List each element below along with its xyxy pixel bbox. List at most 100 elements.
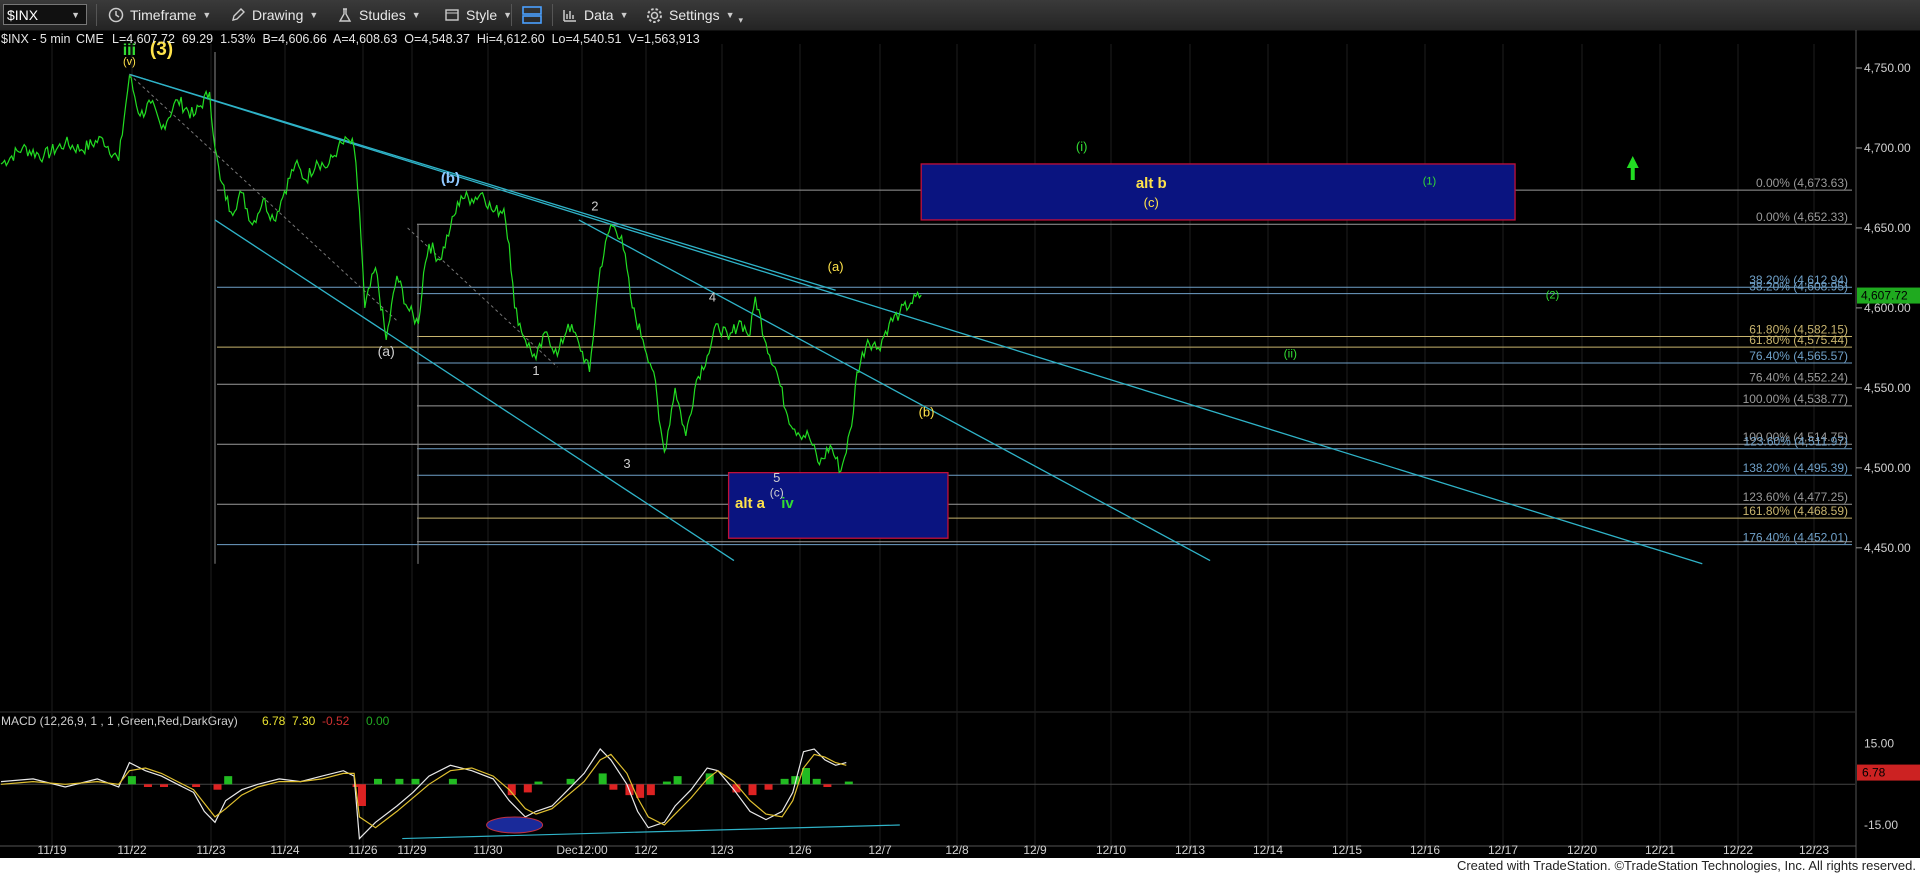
price-tick-label: 4,550.00 <box>1864 381 1911 395</box>
macd-histogram-bar <box>523 784 532 793</box>
wave-label: (1) <box>1423 176 1436 188</box>
macd-histogram-bar <box>609 784 618 790</box>
chevron-down-icon: ▼ <box>725 10 735 20</box>
date-tick-label: 12/3 <box>710 843 734 857</box>
fib-level-label: 76.40% (4,565.57) <box>1749 349 1848 363</box>
fib-levels: 0.00% (4,673.63) 0.00% (4,652.33) 38.20% (… <box>214 51 1852 564</box>
wave-label: (c) <box>1144 195 1159 210</box>
date-tick-label: 12/9 <box>1023 843 1047 857</box>
macd-histogram-bar <box>598 773 607 785</box>
date-tick-label: 11/24 <box>270 843 299 857</box>
trendline <box>129 73 836 291</box>
timeframe-menu[interactable]: Timeframe ▼ <box>108 4 211 26</box>
macd-histogram-bar <box>534 781 543 785</box>
date-tick-label: 12/22 <box>1723 843 1753 857</box>
macd-value-3: -0.52 <box>322 714 350 728</box>
wave-label: 2 <box>591 198 598 213</box>
macd-histogram-bar <box>224 776 233 785</box>
studies-menu[interactable]: Studies ▼ <box>337 4 421 26</box>
fib-level-label: 123.60% (4,511.97) <box>1743 435 1848 449</box>
date-tick-label: 11/29 <box>397 843 426 857</box>
macd-tick-label: 15.00 <box>1864 737 1894 751</box>
macd-histogram-bar <box>662 781 671 785</box>
layout-icon <box>522 6 542 24</box>
wave-label: (b) <box>919 405 935 420</box>
date-tick-label: 12/21 <box>1645 843 1675 857</box>
macd-value-4: 0.00 <box>366 714 390 728</box>
date-tick-label: 12/8 <box>945 843 969 857</box>
macd-histogram-bar <box>160 784 168 787</box>
data-label: Data <box>584 7 614 23</box>
price-tick-label: 4,650.00 <box>1864 221 1911 235</box>
symbol-text: $INX <box>7 6 39 23</box>
macd-macd-line <box>0 748 847 840</box>
date-tick-label: 12/13 <box>1175 843 1205 857</box>
macd-histogram-bar <box>374 778 382 785</box>
toolbar-overflow-icon[interactable]: ▾ <box>739 15 744 26</box>
toolbar-divider <box>96 4 97 26</box>
macd-histogram-bar <box>646 784 655 796</box>
macd-histogram-bar <box>411 778 420 785</box>
up-arrow-icon <box>1626 155 1639 180</box>
settings-menu[interactable]: Settings ▼ ▾ <box>646 4 743 26</box>
flask-icon <box>338 8 352 22</box>
wave-label: alt a <box>735 495 766 512</box>
macd-tick-label: -15.00 <box>1864 818 1898 832</box>
fib-level-label: 76.40% (4,552.24) <box>1749 370 1848 384</box>
target-zone-box <box>920 163 1516 221</box>
date-tick-label: 11/30 <box>473 843 502 857</box>
wave-label: (a) <box>828 259 844 274</box>
fib-level-label: 176.40% (4,452.01) <box>1743 531 1848 545</box>
macd-histogram-bar <box>764 784 773 790</box>
macd-histogram-bar <box>192 784 201 787</box>
symbol-selector[interactable]: $INX ▼ <box>3 4 87 25</box>
wave-label: (b) <box>441 170 460 187</box>
toolbar-divider <box>552 4 553 26</box>
wave-label: 5 <box>773 470 780 485</box>
price-tick-label: 4,500.00 <box>1864 461 1911 475</box>
macd-histogram-bar <box>673 776 682 785</box>
chart-area[interactable]: 0.00% (4,673.63) 0.00% (4,652.33) 38.20% (… <box>0 30 1920 858</box>
date-tick-label: 11/19 <box>37 843 66 857</box>
date-tick-label: Dec12:00 <box>556 843 608 857</box>
fib-level-label: 123.60% (4,477.25) <box>1743 490 1848 504</box>
fib-level-label: 38.20% (4,608.95) <box>1749 280 1848 294</box>
date-tick-label: 11/26 <box>348 843 377 857</box>
footer: Created with TradeStation. ©TradeStation… <box>0 858 1920 876</box>
price-axis: 4,450.004,500.004,550.004,600.004,650.00… <box>1856 61 1920 555</box>
header-symbol: $INX - 5 min <box>1 32 71 46</box>
date-tick-label: 12/10 <box>1096 843 1126 857</box>
layout-button[interactable] <box>522 4 542 26</box>
wave-label: (v) <box>123 56 136 68</box>
price-tick-label: 4,700.00 <box>1864 141 1911 155</box>
date-tick-label: 12/7 <box>868 843 892 857</box>
wave-label: alt b <box>1136 175 1167 192</box>
settings-label: Settings <box>669 7 720 23</box>
macd-panel: 15.005.00-15.006.78 <box>0 737 1920 840</box>
wave-labels: iii (3)(v)(b)2(a)1345(c)alt a iv(a)(b)(i)a… <box>123 39 1639 512</box>
date-tick-label: 12/6 <box>788 843 812 857</box>
target-zones <box>727 163 1516 539</box>
drawing-label: Drawing <box>252 7 304 23</box>
last-price-label: 4,607.72 <box>1861 289 1908 303</box>
fib-level-label: 138.20% (4,495.39) <box>1743 461 1848 475</box>
drawing-menu[interactable]: Drawing ▼ <box>230 4 318 26</box>
dashed-channel-line <box>129 74 398 322</box>
macd-histogram-bar <box>357 784 366 806</box>
macd-histogram-bar <box>844 781 853 785</box>
header-exchange: CME <box>76 32 104 46</box>
date-tick-label: 12/16 <box>1410 843 1440 857</box>
data-menu[interactable]: Data ▼ <box>562 4 629 26</box>
date-axis: 11/19 11/22 11/23 11/24 11/26 11/29 11/30 Dec12… <box>37 843 1829 857</box>
palette-icon <box>445 9 459 21</box>
macd-value-1: 6.78 <box>262 714 286 728</box>
fib-level-label: 100.00% (4,538.77) <box>1743 392 1848 406</box>
date-tick-label: 12/14 <box>1253 843 1283 857</box>
style-menu[interactable]: Style ▼ <box>444 4 512 26</box>
wave-label: (2) <box>1546 289 1559 301</box>
style-label: Style <box>466 7 498 23</box>
chevron-down-icon: ▼ <box>71 9 80 20</box>
wave-label: 1 <box>532 363 539 378</box>
macd-title: MACD (12,26,9, 1 , 1 ,Green,Red,DarkGray… <box>1 714 238 728</box>
bar-chart-icon <box>563 10 576 22</box>
